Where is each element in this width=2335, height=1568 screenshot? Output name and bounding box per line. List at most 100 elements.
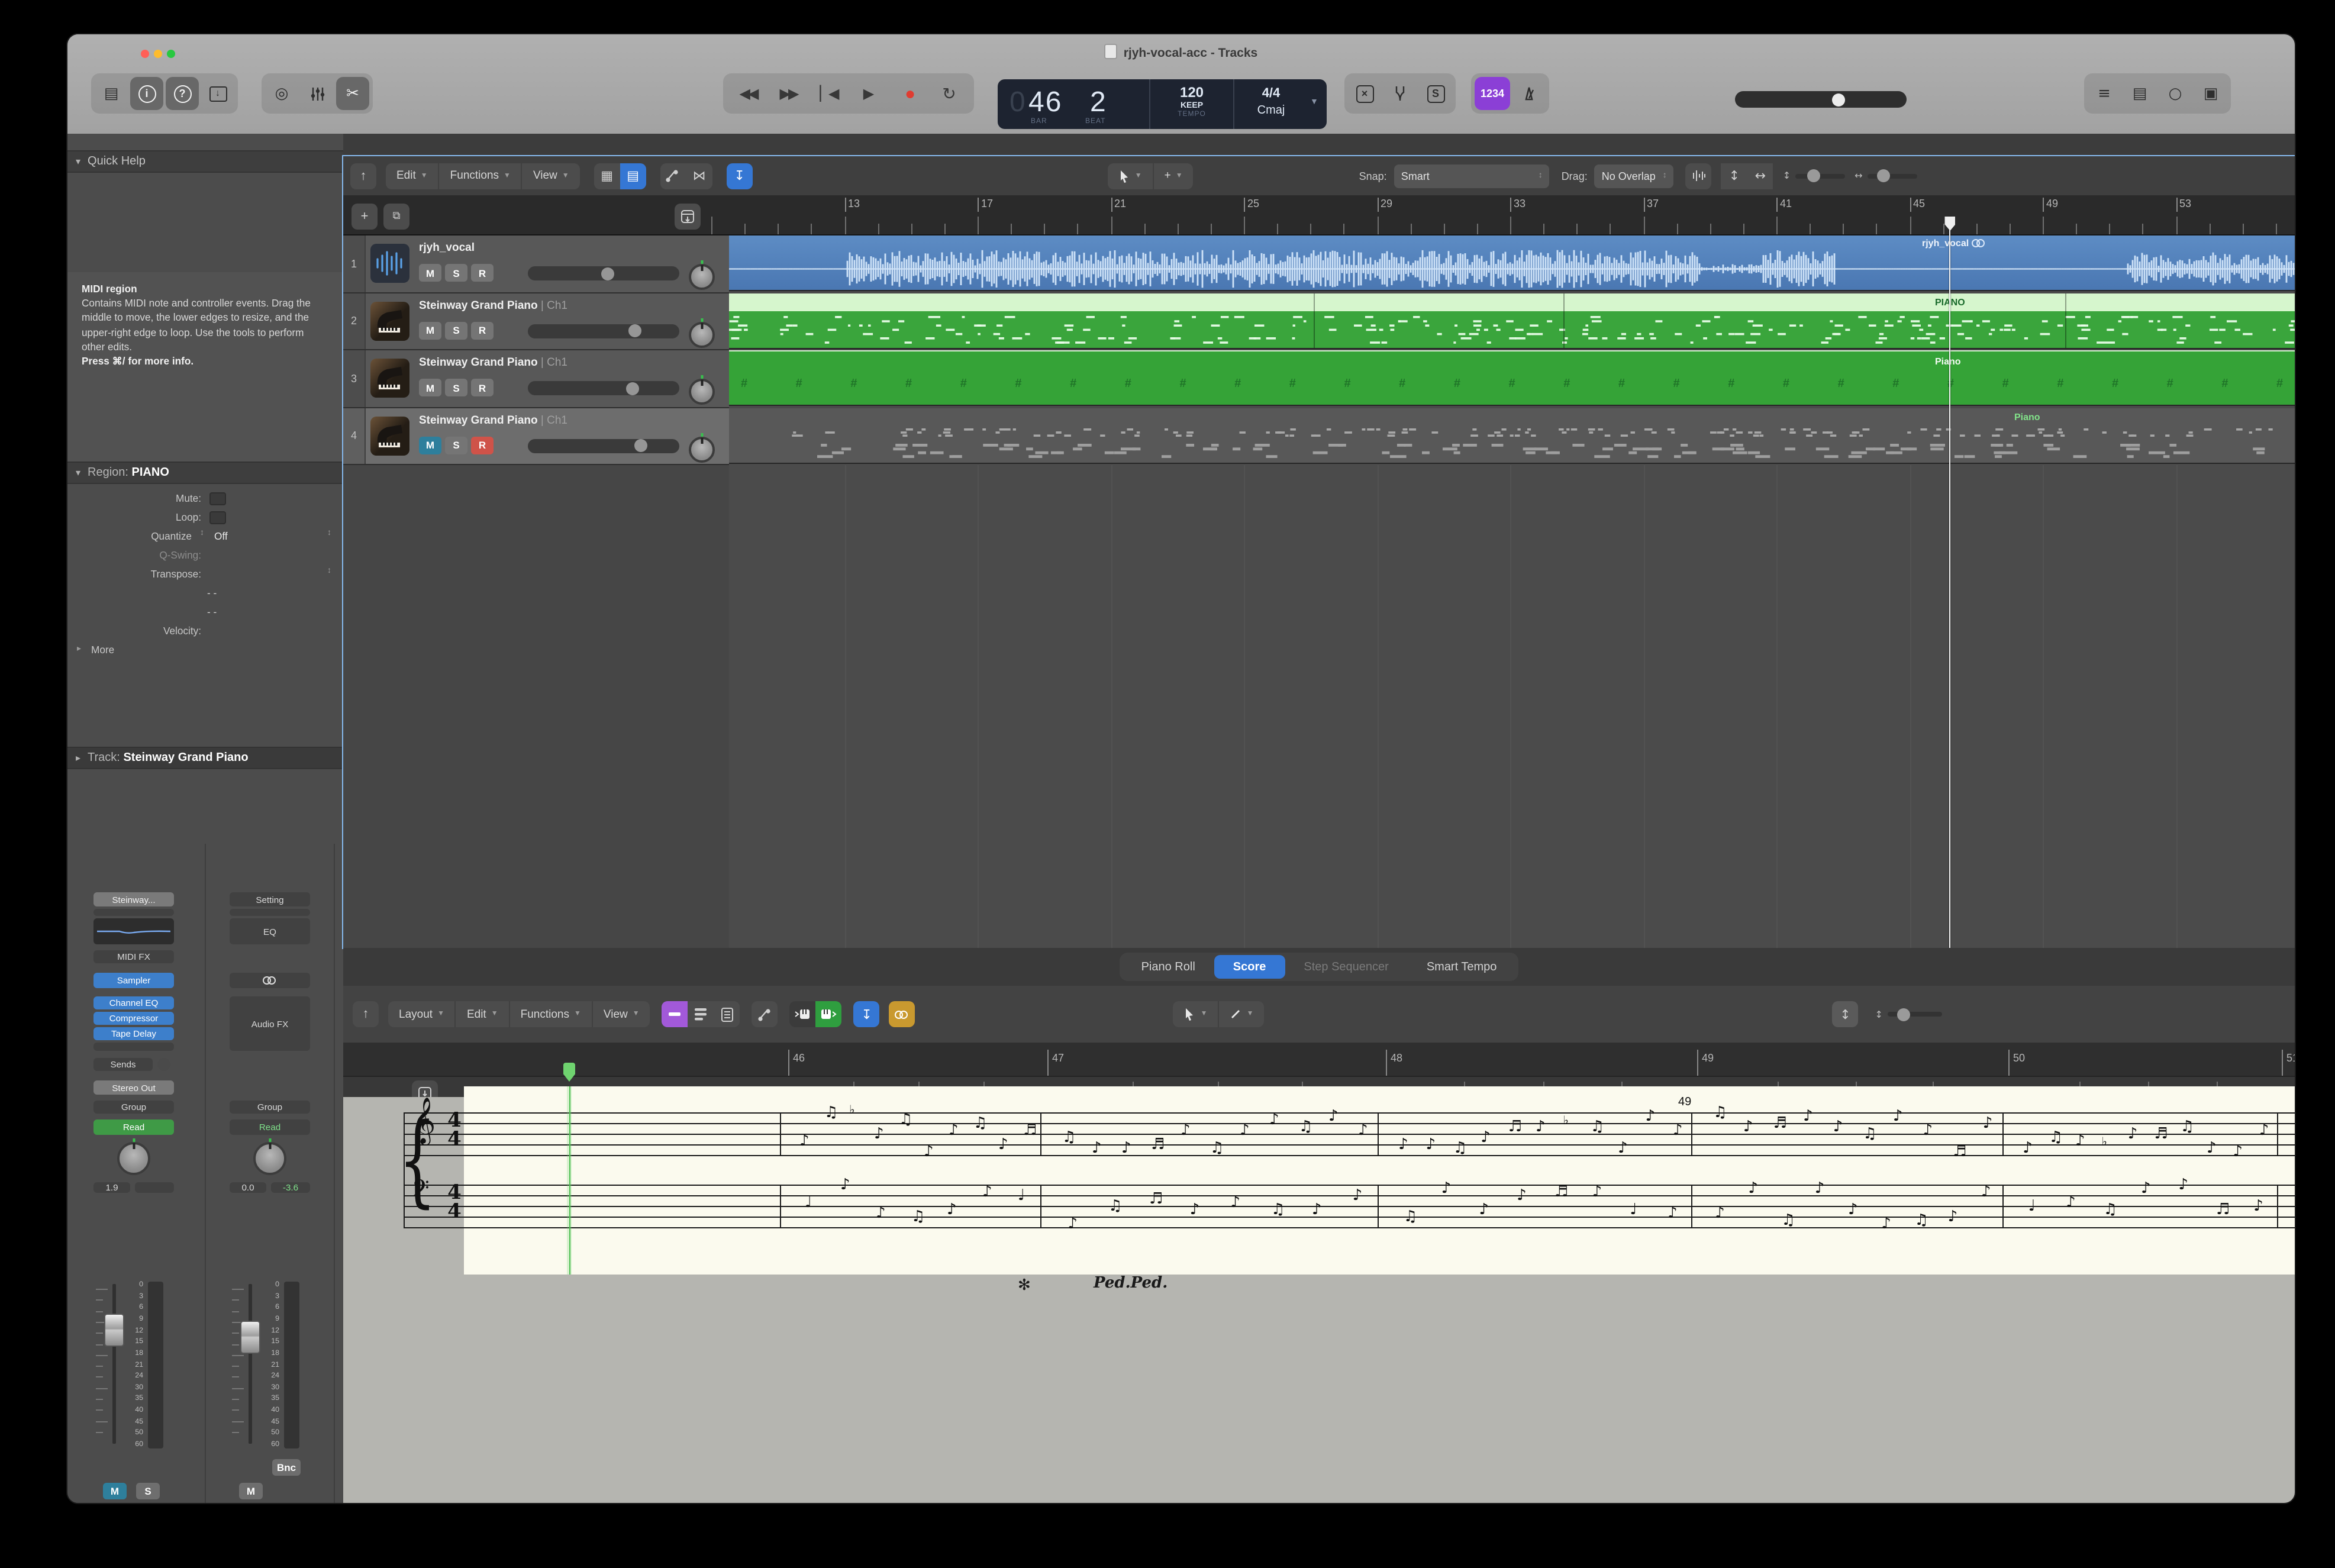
hierarchy-up-button[interactable]: ↑ [353,1001,379,1027]
duplicate-track-button[interactable]: ⧉ [383,204,409,230]
track-inspector-header[interactable]: ▸ Track: Steinway Grand Piano [67,747,343,769]
mute-button[interactable]: M [419,379,441,396]
add-track-button[interactable]: + [351,204,378,230]
tab-smart-tempo[interactable]: Smart Tempo [1408,955,1516,979]
treble-note[interactable]: ♫ [1453,1140,1467,1157]
track-pan-knob[interactable] [689,264,715,290]
horizontal-zoom-slider[interactable]: ↔ [1855,170,1917,181]
bass-note[interactable]: ♪ [1312,1201,1322,1219]
bass-note[interactable]: ♩ [1630,1201,1637,1219]
mute-button[interactable]: M [239,1483,263,1499]
transport-fast-forward-button[interactable]: ▶▶ [770,77,806,110]
tab-score[interactable]: Score [1214,955,1285,979]
treble-note[interactable]: ♪ [1398,1136,1408,1154]
audio-fx-slot[interactable]: Compressor [93,1012,174,1025]
toolbar-button-smart-controls-icon[interactable]: ◎ [265,77,298,110]
score-page[interactable] [464,1086,2295,1275]
group-slot[interactable]: Group [230,1101,310,1114]
menu-view[interactable]: View▼ [523,163,580,189]
track-header-steinway-grand-piano[interactable]: 2Steinway Grand Piano | Ch1MSR [343,293,729,350]
automation-button[interactable] [660,163,686,189]
track-volume-slider[interactable] [528,324,679,338]
bass-note[interactable]: ♩ [2028,1198,2036,1215]
track-header-steinway-grand-piano[interactable]: 3Steinway Grand Piano | Ch1MSR [343,350,729,408]
treble-note[interactable]: ♪ [1269,1111,1279,1129]
send-knob[interactable] [157,1058,170,1071]
count-in-button[interactable]: 1234 [1475,77,1510,110]
treble-note[interactable]: ♪ [1673,1122,1683,1140]
bass-note[interactable]: ♫ [2104,1201,2117,1219]
treble-note[interactable]: ♪ [1645,1108,1655,1125]
bass-note[interactable]: ♪ [2178,1176,2188,1194]
treble-note[interactable]: ♭ [1563,1115,1568,1128]
treble-note[interactable]: ♬ [1508,1118,1522,1136]
treble-note[interactable]: ♪ [1983,1115,1993,1133]
track-volume-slider[interactable] [528,266,679,280]
bass-note[interactable]: ♪ [840,1176,850,1194]
treble-note[interactable]: ♫ [899,1111,912,1129]
page-view-button[interactable] [714,1001,740,1027]
toolbar-button-library-icon[interactable]: ▤ [95,77,128,110]
bass-note[interactable]: ♫ [1271,1201,1285,1219]
master-volume-slider[interactable] [1735,91,1907,108]
record-enable-button[interactable]: R [471,436,494,454]
flex-button[interactable]: ⋈ [686,163,712,189]
lcd-chevron-icon[interactable]: ▼ [1310,98,1318,107]
treble-note[interactable]: ♫ [1591,1118,1604,1136]
volume-fader-track[interactable] [112,1284,115,1444]
bass-note[interactable]: ♬ [1149,1190,1163,1208]
bass-note[interactable]: ♫ [911,1208,925,1226]
bass-note[interactable]: ♫ [1914,1212,1928,1230]
vertical-zoom-button[interactable]: ↕ [1721,163,1747,189]
volume-fader-handle[interactable] [240,1321,260,1354]
bar-ruler[interactable]: 1317212529333741454953 [343,195,2295,235]
treble-note[interactable]: ♪ [1803,1108,1813,1125]
lcd-tempo-mode[interactable]: KEEP [1150,102,1233,110]
treble-note[interactable]: ♪ [2259,1122,2269,1140]
pointer-tool[interactable]: ▼ [1173,1001,1220,1027]
bass-note[interactable]: ♫ [1108,1198,1122,1215]
treble-note[interactable]: ♪ [1240,1122,1250,1140]
catch-playhead-button[interactable]: ↧ [854,1001,880,1027]
instrument-slot[interactable]: Sampler [93,973,174,988]
transport-play-button[interactable]: ▶ [851,77,886,110]
channel-setting-button[interactable]: Setting [230,892,310,906]
midi-fx-slot[interactable]: MIDI FX [93,950,174,963]
record-enable-button[interactable]: R [471,379,494,396]
snap-dropdown[interactable]: Smart↕ [1394,164,1550,188]
treble-note[interactable]: ♪ [998,1136,1008,1154]
bass-note[interactable]: ♪ [1190,1201,1200,1219]
menu-view[interactable]: View▼ [593,1001,650,1027]
transport-go-to-beginning-button[interactable]: ▏◀ [811,77,846,110]
toolbar-button-toolbar-toggle-icon[interactable]: ↓ [201,77,234,110]
quick-help-header[interactable]: ▾ Quick Help [67,150,343,173]
toolbar-button-editors-scissors-icon[interactable]: ✂ [336,77,369,110]
bass-note[interactable]: ♪ [876,1205,886,1222]
wrapped-view-button[interactable] [688,1001,714,1027]
mute-button[interactable]: M [419,264,441,282]
output-slot[interactable]: Stereo Out [93,1080,174,1095]
toolbar-button-solo[interactable]: S [1419,77,1452,110]
grid-view-button[interactable]: ▦ [594,163,620,189]
bass-note[interactable]: ♪ [2253,1198,2263,1215]
midi-in-button[interactable] [790,1001,816,1027]
treble-note[interactable]: ♫ [1713,1104,1727,1122]
bass-note[interactable]: ♪ [1881,1215,1891,1233]
treble-note[interactable]: ♫ [1299,1118,1312,1136]
bass-note[interactable]: ♪ [1230,1194,1240,1212]
lcd-beat-value[interactable]: 2 [1090,86,1107,120]
treble-note[interactable]: ♪ [1181,1122,1191,1140]
list-view-button[interactable]: ▤ [620,163,646,189]
bass-note[interactable]: ♩ [1018,1187,1025,1205]
volume-fader-track[interactable] [249,1284,251,1444]
treble-note[interactable]: ♪ [949,1122,959,1140]
toolbar-button-note-pads-icon[interactable]: ▤ [2123,77,2156,110]
treble-note[interactable]: ♪ [2233,1143,2243,1161]
vertical-zoom-slider[interactable]: ↕ [1783,170,1845,181]
automation-read-button[interactable]: Read [93,1119,174,1135]
pan-knob[interactable] [117,1142,150,1175]
record-enable-button[interactable]: R [471,321,494,339]
solo-button[interactable]: S [445,436,467,454]
treble-note[interactable]: ♪ [1426,1136,1436,1154]
track-pan-knob[interactable] [689,321,715,347]
